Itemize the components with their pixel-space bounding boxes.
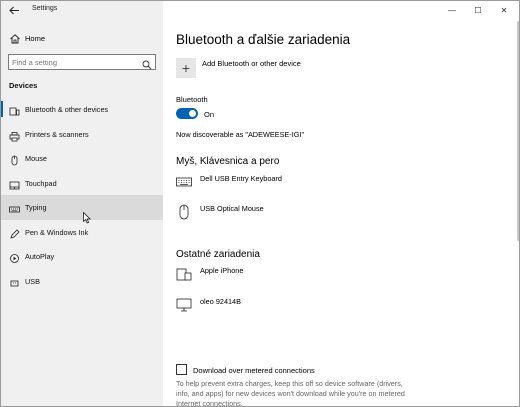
sidebar-item-printers[interactable]: Printers & scanners <box>1 122 163 147</box>
device-name: oleo 92414B <box>200 297 241 306</box>
bluetooth-devices-icon <box>9 104 20 116</box>
sidebar-item-autoplay[interactable]: AutoPlay <box>1 244 163 269</box>
home-icon <box>9 32 21 44</box>
sidebar-item-label: Typing <box>25 203 47 212</box>
close-button[interactable]: ✕ <box>491 3 517 17</box>
sidebar-item-label: Touchpad <box>25 178 57 188</box>
keyboard-icon <box>176 174 192 190</box>
home-nav-item[interactable]: Home <box>1 29 163 47</box>
device-item-monitor[interactable]: oleo 92414B <box>176 297 496 317</box>
sidebar-item-usb[interactable]: USB <box>1 269 163 294</box>
monitor-icon <box>176 297 192 313</box>
group-title-other-devices: Ostatné zariadenia <box>176 249 260 260</box>
keyboard-icon <box>9 202 20 213</box>
main-content: — ☐ ✕ Bluetooth a ďalšie zariadenia + Ad… <box>163 1 519 407</box>
maximize-button[interactable]: ☐ <box>465 3 491 17</box>
sidebar-item-label: USB <box>25 276 41 286</box>
sidebar-item-bluetooth[interactable]: Bluetooth & other devices <box>1 97 163 122</box>
device-name: USB Optical Mouse <box>200 204 264 213</box>
sidebar-item-label: Pen & Windows Ink <box>25 227 89 237</box>
phone-icon <box>176 266 192 282</box>
sidebar: Settings Home Devices Bluetooth & other … <box>1 1 163 406</box>
sidebar-item-typing[interactable]: Typing <box>1 195 163 220</box>
home-label: Home <box>25 34 46 43</box>
toggle-state-label: On <box>204 110 215 119</box>
title-bar: Settings <box>1 1 163 19</box>
minimize-button[interactable]: — <box>439 3 465 17</box>
sidebar-item-label: Mouse <box>25 154 47 163</box>
touchpad-icon <box>9 178 20 189</box>
search-box[interactable] <box>8 54 156 70</box>
toggle-knob <box>189 110 196 117</box>
usb-icon <box>9 276 20 287</box>
sidebar-item-touchpad[interactable]: Touchpad <box>1 171 163 196</box>
discoverable-text: Now discoverable as "ADEWEESE-IGI" <box>176 130 305 139</box>
back-arrow-icon[interactable] <box>6 3 22 17</box>
metered-help-text: To help prevent extra charges, keep this… <box>176 379 405 407</box>
sidebar-item-label: Bluetooth & other devices <box>25 105 109 114</box>
mouse-cursor-icon <box>83 211 91 224</box>
device-name: Dell USB Entry Keyboard <box>200 174 282 183</box>
sidebar-item-label: Printers & scanners <box>25 129 89 139</box>
device-item-mouse[interactable]: USB Optical Mouse <box>176 204 496 224</box>
sidebar-item-label: AutoPlay <box>25 252 55 261</box>
search-icon[interactable] <box>142 57 152 70</box>
metered-label[interactable]: Download over metered connections <box>193 366 315 375</box>
page-title: Bluetooth a ďalšie zariadenia <box>176 32 351 47</box>
add-device-row[interactable]: + Add Bluetooth or other device <box>176 58 301 78</box>
printer-icon <box>9 129 20 141</box>
pen-icon <box>9 227 20 239</box>
sidebar-item-pen[interactable]: Pen & Windows Ink <box>1 220 163 245</box>
search-input[interactable] <box>12 56 137 68</box>
add-device-button[interactable]: + <box>176 58 196 78</box>
selection-indicator <box>1 101 3 117</box>
app-title: Settings <box>32 5 58 12</box>
device-item-keyboard[interactable]: Dell USB Entry Keyboard <box>176 174 496 194</box>
window-controls: — ☐ ✕ <box>439 3 517 17</box>
mouse-icon <box>9 153 20 166</box>
add-device-label[interactable]: Add Bluetooth or other device <box>202 59 301 68</box>
bluetooth-toggle[interactable] <box>176 108 198 119</box>
sidebar-item-mouse[interactable]: Mouse <box>1 146 163 171</box>
bluetooth-label: Bluetooth <box>176 95 208 104</box>
mouse-icon <box>176 204 192 220</box>
group-title-input-devices: Myš, Klávesnica a pero <box>176 156 280 167</box>
metered-checkbox[interactable] <box>176 364 187 375</box>
section-header-devices: Devices <box>9 81 38 90</box>
device-item-phone[interactable]: Apple iPhone <box>176 266 496 286</box>
settings-window: Settings Home Devices Bluetooth & other … <box>0 0 520 407</box>
device-name: Apple iPhone <box>200 266 244 275</box>
sidebar-nav: Bluetooth & other devices Printers & sca… <box>1 97 163 293</box>
autoplay-icon <box>9 251 20 263</box>
